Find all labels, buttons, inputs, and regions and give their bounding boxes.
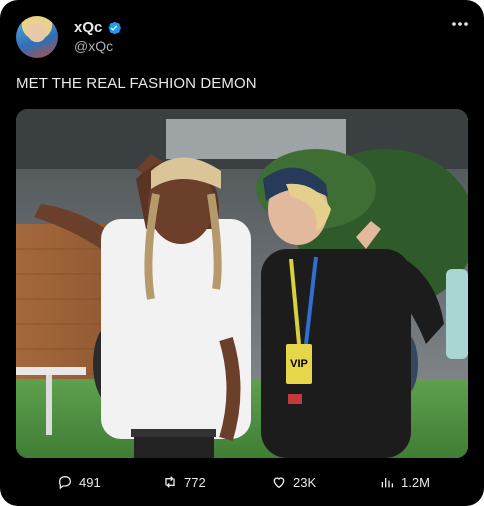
tweet-photo[interactable]: VIP xyxy=(16,109,468,458)
booth-screen xyxy=(446,269,468,359)
repost-icon xyxy=(165,476,175,488)
more-horizontal-icon[interactable] xyxy=(448,16,472,32)
repost-count: 772 xyxy=(184,474,206,490)
repost-button[interactable]: 772 xyxy=(162,470,206,494)
like-count: 23K xyxy=(293,474,317,490)
views-button[interactable]: 1.2M xyxy=(379,470,430,494)
tweet-actions: 491 772 23K 1.2M xyxy=(0,470,484,494)
author-avatar[interactable] xyxy=(16,16,58,58)
views-chart-icon xyxy=(381,478,393,488)
author-name-row: xQc xyxy=(74,19,122,36)
tweet-card[interactable]: xQc @xQc MET THE REAL FASHION DEMON VIP … xyxy=(0,0,484,506)
reply-button[interactable]: 491 xyxy=(57,470,101,494)
table-leg xyxy=(46,375,52,435)
tweet-text: MET THE REAL FASHION DEMON xyxy=(16,75,257,92)
verified-badge-icon xyxy=(106,20,122,36)
like-button[interactable]: 23K xyxy=(271,470,316,494)
heart-icon xyxy=(273,477,285,489)
photo-scene: VIP xyxy=(16,109,468,458)
reply-icon xyxy=(58,475,72,490)
author-handle[interactable]: @xQc xyxy=(74,38,113,54)
author-name[interactable]: xQc xyxy=(74,19,102,36)
views-count: 1.2M xyxy=(401,474,430,490)
table-top xyxy=(16,367,86,375)
vip-badge-text: VIP xyxy=(290,358,308,370)
reply-count: 491 xyxy=(79,474,101,490)
